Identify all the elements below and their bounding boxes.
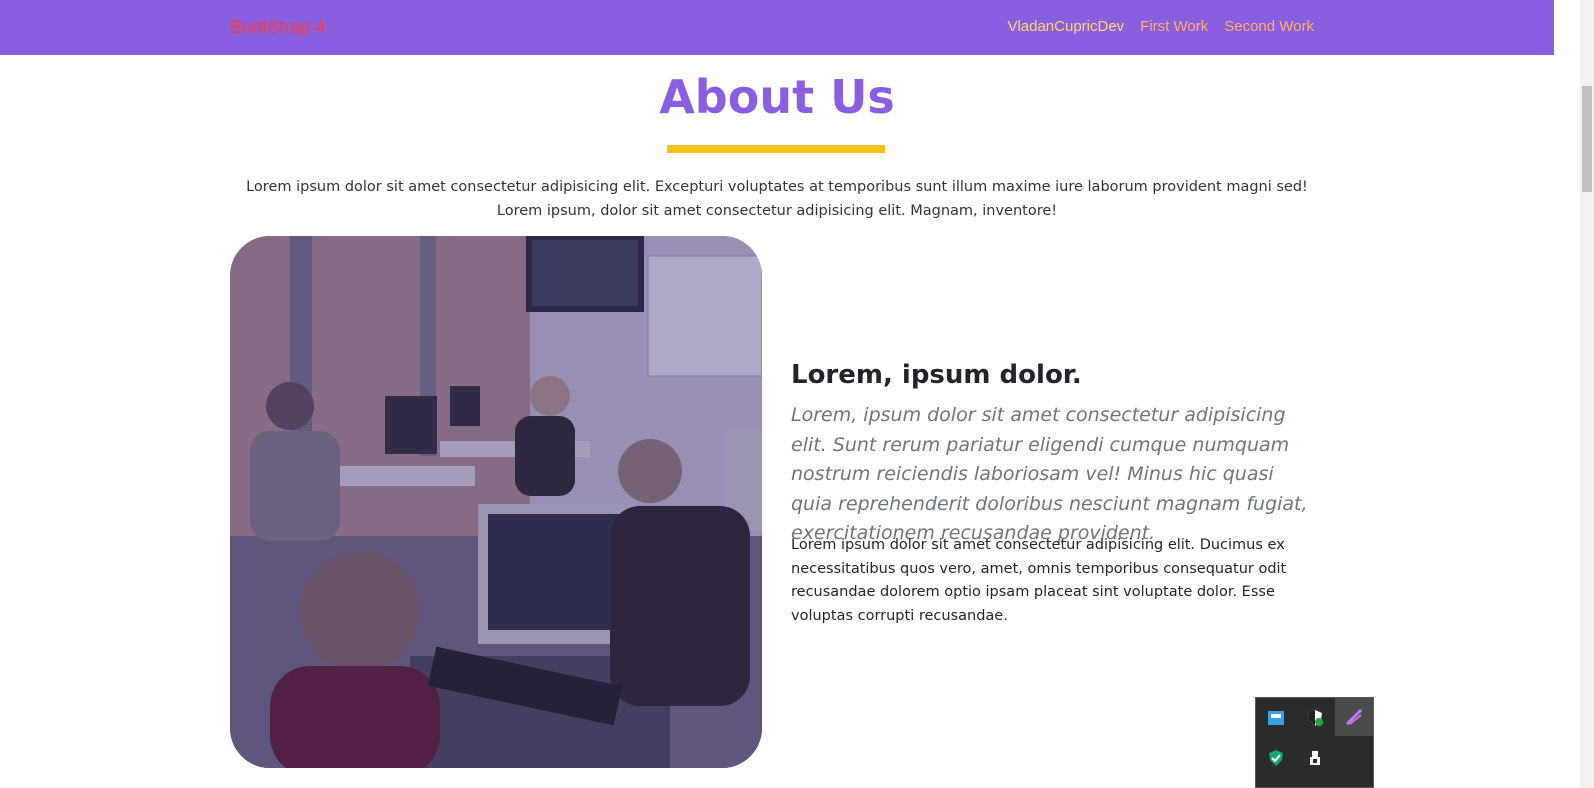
- usb-device-icon[interactable]: [1303, 746, 1327, 770]
- page-scrollbar[interactable]: [1580, 0, 1594, 788]
- page-title: About Us: [659, 70, 895, 124]
- feather-app-icon[interactable]: [1335, 698, 1373, 736]
- feature-body: Lorem ipsum dolor sit amet consectetur a…: [791, 537, 1287, 624]
- nav-links: VladanCupricDev First Work Second Work: [1007, 18, 1314, 35]
- nav-link-second-work[interactable]: Second Work: [1224, 18, 1314, 35]
- title-underline: [667, 145, 885, 153]
- defender-check-icon[interactable]: [1264, 746, 1288, 770]
- intro-paragraph: Lorem ipsum dolor sit amet consectetur a…: [246, 179, 1308, 219]
- feature-lead: Lorem, ipsum dolor sit amet consectetur …: [791, 404, 1308, 544]
- scrollbar-thumb[interactable]: [1582, 86, 1592, 192]
- classroom-photo: [230, 236, 762, 768]
- security-shield-icon[interactable]: [1303, 706, 1327, 730]
- system-tray-overflow: [1255, 697, 1374, 788]
- nav-link-first-work[interactable]: First Work: [1140, 18, 1208, 35]
- navbar: BootStrap 4 VladanCupricDev First Work S…: [0, 0, 1554, 55]
- feature-heading: Lorem, ipsum dolor.: [791, 360, 1082, 390]
- nav-link-vladancupricdev[interactable]: VladanCupricDev: [1007, 18, 1124, 35]
- network-monitor-icon[interactable]: [1264, 706, 1288, 730]
- brand-link[interactable]: BootStrap 4: [230, 17, 325, 38]
